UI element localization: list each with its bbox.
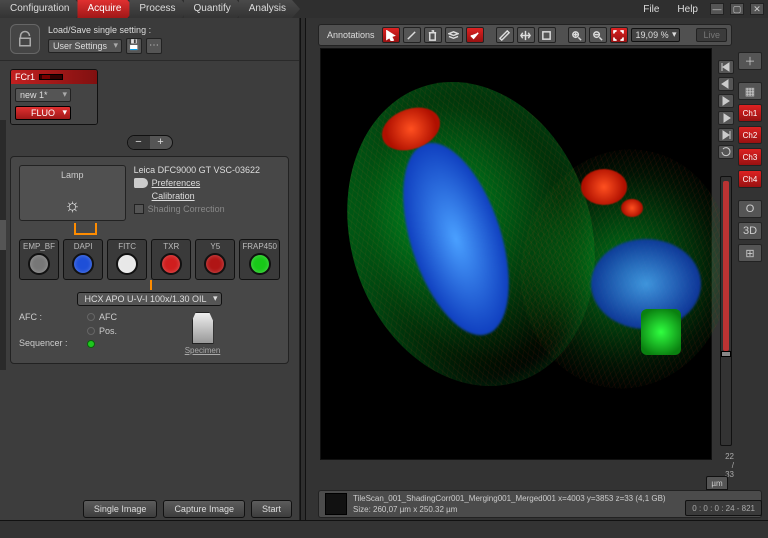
filter-txr[interactable]: TXR xyxy=(151,239,191,280)
image-filename: TileScan_001_ShadingCorr001_Merging001_M… xyxy=(353,493,666,504)
menu-file[interactable]: File xyxy=(637,4,665,15)
filter-dapi[interactable]: DAPI xyxy=(63,239,103,280)
z-slider[interactable] xyxy=(720,176,732,446)
channel-ch1-button[interactable]: Ch1 xyxy=(738,104,762,122)
camera-icon xyxy=(134,178,148,188)
menu-help[interactable]: Help xyxy=(671,4,704,15)
next-frame-button[interactable] xyxy=(718,111,734,125)
fit-screen-button[interactable] xyxy=(610,27,628,43)
unit-tab[interactable]: µm xyxy=(706,476,728,490)
3d-view-button[interactable]: 3D xyxy=(738,222,762,240)
window-minimize-button[interactable]: — xyxy=(710,3,724,15)
annotations-label: Annotations xyxy=(323,30,379,40)
viewer-toolbar: Annotations 19,09 % Live xyxy=(318,24,732,46)
lock-icon[interactable] xyxy=(10,24,40,54)
grid-view-button[interactable]: ▦ xyxy=(738,82,762,100)
crop-tool-button[interactable] xyxy=(538,27,556,43)
prev-frame-button[interactable] xyxy=(718,77,734,91)
start-button[interactable]: Start xyxy=(251,500,292,518)
camera-model: Leica DFC9000 GT VSC-03622 xyxy=(134,165,280,175)
objective-icon xyxy=(192,312,214,344)
filter-fitc[interactable]: FITC xyxy=(107,239,147,280)
channel-block: FCr1 new 1* FLUO xyxy=(10,69,98,125)
channel-ch4-button[interactable]: Ch4 xyxy=(738,170,762,188)
live-button[interactable]: Live xyxy=(696,28,727,42)
zoom-in-button[interactable] xyxy=(568,27,586,43)
tab-process[interactable]: Process xyxy=(129,0,189,18)
channel-ch2-button[interactable]: Ch2 xyxy=(738,126,762,144)
user-settings-select[interactable]: User Settings xyxy=(48,39,122,53)
plus-minus-toggle[interactable]: −+ xyxy=(127,135,173,150)
hardware-block: Lamp ☼ Leica DFC9000 GT VSC-03622 Prefer… xyxy=(10,156,289,364)
image-viewer[interactable] xyxy=(320,48,712,460)
filter-frap450[interactable]: FRAP450 xyxy=(239,239,280,280)
filter-row: EMP_BF DAPI FITC TXR Y5 FRAP450 xyxy=(19,239,280,280)
overlay-button[interactable]: O xyxy=(738,200,762,218)
tab-analysis[interactable]: Analysis xyxy=(239,0,300,18)
save-settings-button[interactable]: 💾 xyxy=(126,38,142,54)
playback-stack xyxy=(718,60,734,159)
afc-radio-pos[interactable]: Pos. xyxy=(87,326,117,336)
top-tab-bar: Configuration Acquire Process Quantify A… xyxy=(0,0,768,18)
tab-acquire[interactable]: Acquire xyxy=(77,0,135,18)
left-scrollbar[interactable] xyxy=(0,120,6,370)
objective-select[interactable]: HCX APO U-V-I 100x/1.30 OIL xyxy=(77,292,221,306)
add-channel-button[interactable]: ＋ xyxy=(738,52,762,70)
right-button-stack: ＋ ▦ Ch1 Ch2 Ch3 Ch4 O 3D ⊞ xyxy=(738,52,762,262)
draw-tool-button[interactable] xyxy=(403,27,421,43)
zoom-percentage[interactable]: 19,09 % xyxy=(631,28,680,42)
channel-intensity-slider[interactable] xyxy=(39,74,63,80)
lamp-box[interactable]: Lamp ☼ xyxy=(19,165,126,221)
camera-calibration-link[interactable]: Calibration xyxy=(152,191,280,201)
window-close-button[interactable]: ✕ xyxy=(750,3,764,15)
skip-start-button[interactable] xyxy=(718,60,734,74)
afc-title: AFC : xyxy=(19,312,79,322)
connector-line xyxy=(19,223,280,237)
sequencer-status xyxy=(87,340,117,348)
status-bar xyxy=(0,520,768,538)
skip-end-button[interactable] xyxy=(718,128,734,142)
pan-tool-button[interactable] xyxy=(517,27,535,43)
left-panel: Load/Save single setting : User Settings… xyxy=(0,18,300,520)
sequencer-title: Sequencer : xyxy=(19,338,79,348)
play-button[interactable] xyxy=(718,94,734,108)
channel-ch3-button[interactable]: Ch3 xyxy=(738,148,762,166)
settings-options-button[interactable]: ⋯ xyxy=(146,38,162,54)
camera-preferences-link[interactable]: Preferences xyxy=(134,178,280,188)
delete-annot-button[interactable] xyxy=(424,27,442,43)
z-slider-label: 22/33 xyxy=(725,452,734,479)
single-image-button[interactable]: Single Image xyxy=(83,500,158,518)
lamp-label: Lamp xyxy=(61,170,84,180)
specimen-label[interactable]: Specimen xyxy=(185,346,221,355)
ruler-tool-button[interactable] xyxy=(496,27,514,43)
filter-emp-bf[interactable]: EMP_BF xyxy=(19,239,59,280)
gallery-button[interactable]: ⊞ xyxy=(738,244,762,262)
zoom-out-button[interactable] xyxy=(589,27,607,43)
connector-line-2 xyxy=(19,280,280,290)
channel-name: FCr1 xyxy=(15,72,35,82)
lamp-icon: ☼ xyxy=(64,195,81,216)
load-save-title: Load/Save single setting : xyxy=(48,25,162,35)
coordinate-readout: 0 : 0 : 0 : 24 ‑ 821 xyxy=(685,500,762,516)
layers-button[interactable] xyxy=(445,27,463,43)
tab-quantify[interactable]: Quantify xyxy=(184,0,245,18)
capture-image-button[interactable]: Capture Image xyxy=(163,500,245,518)
tab-configuration[interactable]: Configuration xyxy=(0,0,83,18)
loop-button[interactable] xyxy=(718,145,734,159)
filter-y5[interactable]: Y5 xyxy=(195,239,235,280)
pointer-tool-button[interactable] xyxy=(382,27,400,43)
shading-correction-checkbox[interactable]: Shading Correction xyxy=(134,204,280,214)
afc-radio-afc[interactable]: AFC xyxy=(87,312,117,322)
fluo-mode-button[interactable]: FLUO xyxy=(15,106,71,120)
channel-preset-select[interactable]: new 1* xyxy=(15,88,71,102)
window-maximize-button[interactable]: ▢ xyxy=(730,3,744,15)
confirm-annot-button[interactable] xyxy=(466,27,484,43)
image-size: Size: 260,07 µm x 250.32 µm xyxy=(353,504,666,515)
thumbnail-icon xyxy=(325,493,347,515)
